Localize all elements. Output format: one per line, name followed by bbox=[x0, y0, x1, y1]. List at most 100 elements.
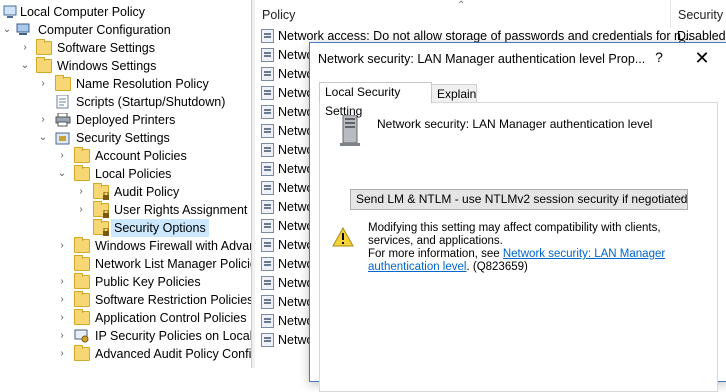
tree-item-label: Local Policies bbox=[95, 167, 172, 181]
column-header-security-setting[interactable]: Security S bbox=[671, 0, 726, 52]
tree-item-scripts[interactable]: Scripts (Startup/Shutdown) bbox=[0, 93, 251, 111]
ip-security-icon bbox=[74, 329, 90, 343]
chevron-right-icon[interactable]: › bbox=[55, 345, 69, 363]
chevron-right-icon[interactable]: › bbox=[18, 39, 32, 57]
folder-icon bbox=[74, 147, 90, 163]
policy-icon bbox=[261, 162, 274, 176]
tree-item-label: Security Settings bbox=[76, 131, 170, 145]
policy-icon bbox=[261, 124, 274, 138]
tree-item-label: User Rights Assignment bbox=[114, 203, 248, 217]
dialog-title: Network security: LAN Manager authentica… bbox=[318, 52, 646, 66]
locked-folder-icon bbox=[93, 183, 109, 200]
properties-dialog: Network security: LAN Manager authentica… bbox=[309, 42, 726, 392]
folder-icon bbox=[74, 255, 90, 271]
tree-item-label: Account Policies bbox=[95, 149, 187, 163]
tree-item-software-settings[interactable]: › Software Settings bbox=[0, 39, 251, 57]
policy-icon bbox=[261, 86, 274, 100]
tree-item-label: IP Security Policies on Local C bbox=[95, 329, 251, 343]
policy-icon bbox=[261, 333, 274, 347]
warning-icon bbox=[332, 226, 354, 247]
folder-icon bbox=[74, 345, 90, 361]
tree-item-network-list-manager[interactable]: Network List Manager Policie bbox=[0, 255, 251, 273]
chevron-down-icon[interactable]: ⌄ bbox=[55, 165, 69, 183]
chevron-right-icon[interactable]: › bbox=[74, 183, 88, 201]
chevron-down-icon[interactable]: ⌄ bbox=[0, 21, 14, 39]
chevron-down-icon: ⌵ bbox=[676, 191, 684, 202]
chevron-right-icon[interactable]: › bbox=[55, 309, 69, 327]
tree-item-local-computer-policy[interactable]: Local Computer Policy bbox=[0, 3, 251, 21]
tree-item-public-key-policies[interactable]: › Public Key Policies bbox=[0, 273, 251, 291]
policy-icon bbox=[261, 219, 274, 233]
tree-item-deployed-printers[interactable]: › Deployed Printers bbox=[0, 111, 251, 129]
more-info-line: For more information, see Network securi… bbox=[368, 248, 708, 274]
tree-item-label: Advanced Audit Policy Confi bbox=[95, 347, 251, 361]
tree-item-label: Windows Firewall with Advan bbox=[95, 239, 251, 253]
console-tree: Local Computer Policy ⌄ Computer Configu… bbox=[0, 0, 251, 368]
tree-item-windows-settings[interactable]: ⌄ Windows Settings bbox=[0, 57, 251, 75]
folder-icon bbox=[55, 75, 71, 91]
tree-item-application-control-policies[interactable]: › Application Control Policies bbox=[0, 309, 251, 327]
tree-item-user-rights-assignment[interactable]: › User Rights Assignment bbox=[0, 201, 251, 219]
sort-up-icon: ⌃ bbox=[457, 0, 466, 11]
tree-item-name-resolution-policy[interactable]: › Name Resolution Policy bbox=[0, 75, 251, 93]
tree-item-security-settings[interactable]: ⌄ Security Settings bbox=[0, 129, 251, 147]
tree-item-label: Audit Policy bbox=[114, 185, 180, 199]
policy-icon bbox=[261, 181, 274, 195]
tree-item-ip-security-policies[interactable]: › IP Security Policies on Local C bbox=[0, 327, 251, 345]
chevron-right-icon[interactable]: › bbox=[36, 75, 50, 93]
tree-item-label: Network List Manager Policie bbox=[95, 257, 251, 271]
policy-icon bbox=[261, 48, 274, 62]
chevron-right-icon[interactable]: › bbox=[55, 273, 69, 291]
tree-item-label: Software Settings bbox=[57, 41, 155, 55]
chevron-down-icon[interactable]: ⌄ bbox=[18, 57, 32, 75]
computer-icon bbox=[16, 23, 32, 37]
folder-icon bbox=[74, 237, 90, 253]
tree-item-label: Application Control Policies bbox=[95, 311, 247, 325]
chevron-right-icon[interactable]: › bbox=[36, 111, 50, 129]
tree-item-label: Windows Settings bbox=[57, 59, 157, 73]
tree-item-label: Deployed Printers bbox=[76, 113, 176, 127]
policy-icon bbox=[261, 200, 274, 214]
folder-icon bbox=[36, 57, 52, 73]
policy-icon bbox=[261, 67, 274, 81]
chevron-right-icon[interactable]: › bbox=[55, 147, 69, 165]
policy-icon bbox=[261, 238, 274, 252]
warning-message: Modifying this setting may affect compat… bbox=[368, 222, 661, 247]
policy-icon bbox=[261, 276, 274, 290]
chevron-right-icon[interactable]: › bbox=[55, 327, 69, 345]
policy-icon bbox=[261, 29, 274, 43]
tree-item-label: Security Options bbox=[111, 219, 209, 237]
close-button[interactable]: ✕ bbox=[690, 47, 714, 69]
policy-icon bbox=[261, 143, 274, 157]
tree-item-windows-firewall[interactable]: › Windows Firewall with Advan bbox=[0, 237, 251, 255]
chevron-down-icon[interactable]: ⌄ bbox=[36, 129, 50, 147]
tree-item-computer-configuration[interactable]: ⌄ Computer Configuration bbox=[0, 21, 251, 39]
chevron-right-icon[interactable]: › bbox=[55, 237, 69, 255]
chevron-right-icon[interactable]: › bbox=[55, 291, 69, 309]
script-icon bbox=[55, 94, 71, 109]
policy-icon bbox=[261, 295, 274, 309]
more-info-prefix: For more information, see bbox=[368, 248, 503, 260]
folder-icon bbox=[74, 291, 90, 307]
policy-icon bbox=[261, 105, 274, 119]
folder-icon bbox=[74, 273, 90, 289]
tree-item-software-restriction-policies[interactable]: › Software Restriction Policies bbox=[0, 291, 251, 309]
policy-icon bbox=[261, 314, 274, 328]
tree-item-audit-policy[interactable]: › Audit Policy bbox=[0, 183, 251, 201]
lan-manager-level-select[interactable]: Send LM & NTLM - use NTLMv2 session secu… bbox=[350, 189, 688, 210]
tab-local-security-setting[interactable]: Local Security Setting bbox=[319, 82, 432, 118]
tree-item-local-policies[interactable]: ⌄ Local Policies bbox=[0, 165, 251, 183]
tree-item-label: Public Key Policies bbox=[95, 275, 201, 289]
tree-item-label: Local Computer Policy bbox=[20, 5, 146, 19]
tree-item-account-policies[interactable]: › Account Policies bbox=[0, 147, 251, 165]
folder-icon bbox=[36, 39, 52, 55]
folder-icon bbox=[74, 165, 90, 181]
security-settings-icon bbox=[55, 131, 71, 145]
tree-item-advanced-audit-policy[interactable]: › Advanced Audit Policy Confi bbox=[0, 345, 251, 363]
tab-explain[interactable]: Explain bbox=[431, 84, 477, 103]
help-button[interactable]: ? bbox=[651, 49, 667, 69]
tab-panel: Network security: LAN Manager authentica… bbox=[319, 102, 718, 392]
tree-item-security-options[interactable]: Security Options bbox=[0, 219, 251, 237]
chevron-right-icon[interactable]: › bbox=[74, 201, 88, 219]
select-value: Send LM & NTLM - use NTLMv2 session secu… bbox=[356, 192, 688, 206]
